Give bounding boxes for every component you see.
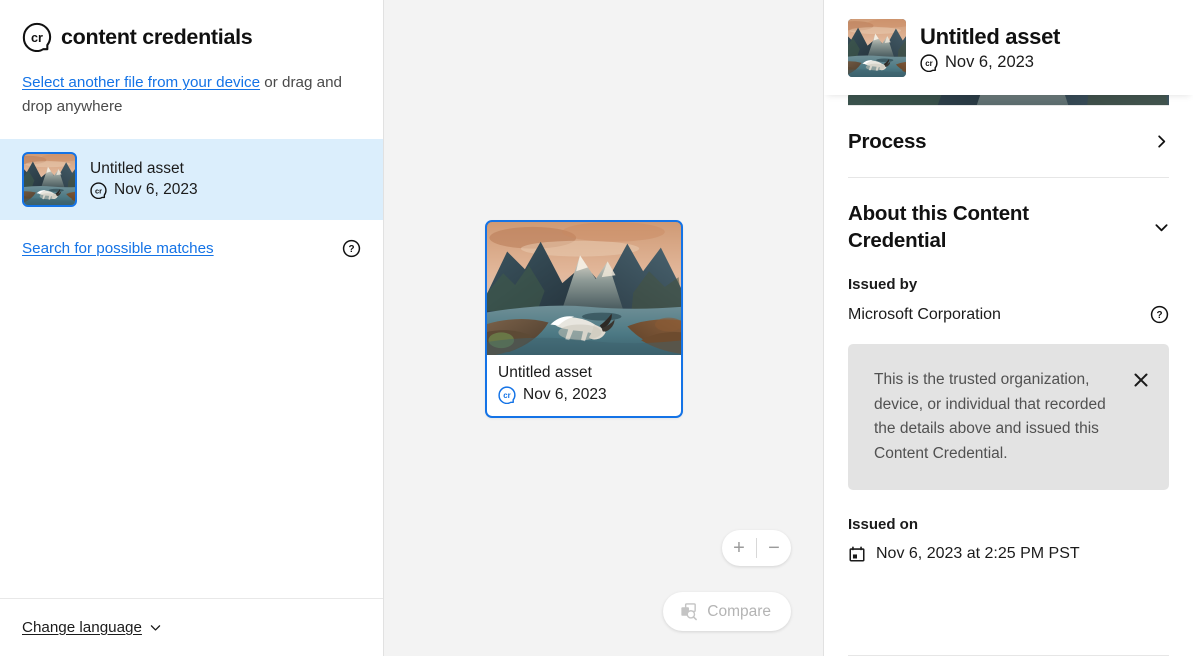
change-language-label: Change language	[22, 619, 142, 636]
chevron-down-icon	[149, 621, 162, 634]
canvas-area[interactable]: Untitled asset cr Nov 6, 2023 + −	[384, 0, 824, 656]
svg-text:cr: cr	[95, 186, 102, 195]
chevron-right-icon	[1154, 134, 1169, 149]
search-matches-link[interactable]: Search for possible matches	[22, 240, 214, 257]
sidebar-asset-item[interactable]: Untitled asset cr Nov 6, 2023	[0, 139, 383, 220]
cr-logo-icon: cr	[22, 22, 52, 52]
sidebar-spacer	[0, 258, 383, 598]
issued-by-tooltip: This is the trusted organization, device…	[848, 344, 1169, 490]
plus-icon: +	[733, 538, 745, 558]
asset-date-row: cr Nov 6, 2023	[90, 181, 198, 199]
chevron-down-icon	[1154, 220, 1169, 235]
app-root: cr content credentials Select another fi…	[0, 0, 1193, 656]
canvas-card-title: Untitled asset	[498, 364, 670, 382]
compare-button[interactable]: Compare	[663, 592, 791, 631]
section-process[interactable]: Process	[848, 105, 1169, 177]
canvas-card-date: Nov 6, 2023	[523, 386, 607, 404]
asset-thumbnail	[22, 152, 77, 207]
dropzone-text: Select another file from your device or …	[0, 52, 370, 119]
svg-text:cr: cr	[925, 59, 932, 68]
asset-date: Nov 6, 2023	[114, 181, 198, 199]
canvas-asset-image	[487, 222, 681, 355]
issued-by-value: Microsoft Corporation	[848, 306, 1001, 324]
issued-on-label: Issued on	[848, 516, 1169, 533]
change-language-button[interactable]: Change language	[0, 598, 383, 656]
help-circle-icon[interactable]: ?	[1150, 305, 1169, 324]
zoom-in-button[interactable]: +	[722, 530, 756, 566]
details-header-date-row: cr Nov 6, 2023	[920, 53, 1060, 72]
details-header-date: Nov 6, 2023	[945, 53, 1034, 72]
details-scroll-area[interactable]: Process About this Content Credential Is…	[824, 0, 1193, 656]
compare-label: Compare	[707, 603, 771, 621]
asset-meta: Untitled asset cr Nov 6, 2023	[90, 160, 198, 199]
svg-text:cr: cr	[503, 391, 510, 400]
brand-name: content credentials	[61, 25, 252, 50]
select-file-link[interactable]: Select another file from your device	[22, 74, 260, 91]
svg-text:?: ?	[1156, 310, 1162, 321]
compare-search-icon	[679, 602, 698, 621]
details-header-thumbnail	[848, 19, 906, 77]
issued-by-label: Issued by	[848, 276, 1169, 293]
section-process-title: Process	[848, 128, 926, 155]
details-panel-header: Untitled asset cr Nov 6, 2023	[824, 0, 1193, 95]
asset-title: Untitled asset	[90, 160, 198, 178]
issued-by-value-row: Microsoft Corporation ?	[848, 305, 1169, 324]
section-about-content-credential[interactable]: About this Content Credential	[848, 177, 1169, 276]
sidebar: cr content credentials Select another fi…	[0, 0, 384, 656]
svg-text:?: ?	[348, 244, 354, 255]
section-about-title: About this Content Credential	[848, 200, 1078, 254]
zoom-controls: + −	[722, 530, 791, 566]
cr-badge-icon: cr	[90, 182, 107, 199]
details-panel: Process About this Content Credential Is…	[824, 0, 1193, 656]
close-x-icon[interactable]	[1133, 372, 1149, 388]
brand: cr content credentials	[0, 0, 383, 52]
canvas-card-body: Untitled asset cr Nov 6, 2023	[487, 355, 681, 413]
details-header-title: Untitled asset	[920, 24, 1060, 50]
help-circle-icon[interactable]: ?	[342, 239, 361, 258]
search-matches-row: Search for possible matches ?	[0, 220, 383, 258]
issued-on-value: Nov 6, 2023 at 2:25 PM PST	[876, 545, 1080, 563]
canvas-asset-card[interactable]: Untitled asset cr Nov 6, 2023	[485, 220, 683, 418]
svg-text:cr: cr	[31, 31, 43, 45]
zoom-out-button[interactable]: −	[757, 530, 791, 566]
calendar-icon	[848, 545, 866, 563]
detail-image-preview	[848, 95, 1169, 105]
issued-by-field: Issued by Microsoft Corporation ?	[848, 276, 1169, 324]
canvas-card-date-row: cr Nov 6, 2023	[498, 386, 670, 404]
issued-on-value-row: Nov 6, 2023 at 2:25 PM PST	[848, 545, 1169, 563]
details-header-meta: Untitled asset cr Nov 6, 2023	[920, 24, 1060, 72]
tooltip-text: This is the trusted organization, device…	[874, 368, 1114, 466]
minus-icon: −	[768, 538, 780, 558]
issued-on-field: Issued on Nov 6, 2023 at 2:25 PM PST	[848, 516, 1169, 563]
cr-badge-icon: cr	[498, 386, 516, 404]
cr-badge-icon: cr	[920, 54, 937, 71]
